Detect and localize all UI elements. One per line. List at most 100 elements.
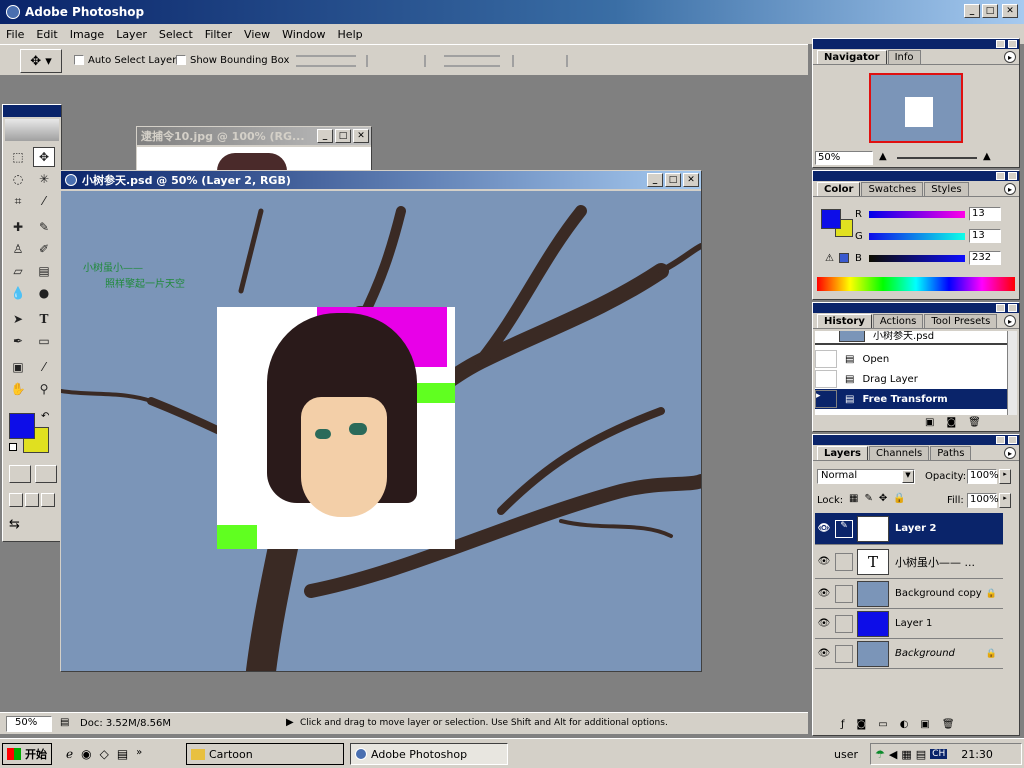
display-icon[interactable]: ▤ <box>916 748 926 761</box>
history-brush-icon[interactable]: ✐ <box>33 239 55 259</box>
menu-edit[interactable]: Edit <box>36 28 57 41</box>
history-snapshot-row[interactable]: 小树参天.psd <box>815 331 1007 345</box>
zoom-out-icon[interactable]: ▲ <box>879 151 887 162</box>
status-arrow-icon[interactable]: ▶ <box>286 717 294 728</box>
pen-tool-icon[interactable]: ✒ <box>7 331 29 351</box>
layer-mask-icon[interactable]: ◙ <box>857 719 867 730</box>
adjustment-layer-icon[interactable]: ◐ <box>900 719 909 730</box>
fill-field[interactable]: 100% <box>967 493 999 508</box>
layer-2-artwork[interactable] <box>217 307 455 549</box>
keyboard-icon[interactable]: ▦ <box>901 748 911 761</box>
color-spectrum-bar[interactable] <box>817 277 1015 291</box>
desktop-icon[interactable]: ◇ <box>100 747 109 761</box>
media-icon[interactable]: ▤ <box>117 747 128 761</box>
auto-select-checkbox[interactable] <box>74 55 84 65</box>
minimize-button[interactable]: _ <box>964 4 980 18</box>
jump-to-imageready-icon[interactable]: ⇆ <box>9 517 20 532</box>
new-document-icon[interactable]: ▣ <box>925 417 934 428</box>
ie-icon[interactable]: ℯ <box>66 747 73 761</box>
zoom-tool-icon[interactable]: ⚲ <box>33 379 55 399</box>
eraser-tool-icon[interactable]: ▱ <box>7 261 29 281</box>
dodge-tool-icon[interactable]: ● <box>33 283 55 303</box>
link-slot[interactable] <box>835 644 853 663</box>
magic-wand-icon[interactable]: ✳ <box>33 169 55 189</box>
taskbar-user[interactable]: user <box>834 748 858 761</box>
tab-paths[interactable]: Paths <box>930 446 972 460</box>
menu-file[interactable]: File <box>6 28 24 41</box>
opacity-field[interactable]: 100% <box>967 469 999 484</box>
tab-color[interactable]: Color <box>817 182 861 196</box>
notes-tool-icon[interactable]: ▣ <box>7 357 29 377</box>
path-selection-icon[interactable]: ➤ <box>7 309 29 329</box>
visibility-eye-icon[interactable]: 👁 <box>815 585 833 603</box>
doc-main-close[interactable]: ✕ <box>683 173 699 187</box>
hand-tool-icon[interactable]: ✋ <box>7 379 29 399</box>
lock-transparency-icon[interactable]: ▦ <box>849 493 858 504</box>
menu-image[interactable]: Image <box>70 28 104 41</box>
swap-colors-icon[interactable]: ↶ <box>41 411 49 422</box>
color-panel-minimize[interactable] <box>996 172 1005 180</box>
standard-mode-button[interactable] <box>9 465 31 483</box>
quick-launch-more-icon[interactable]: » <box>136 747 142 761</box>
panel-close-button[interactable] <box>1008 40 1017 48</box>
chevron-down-icon[interactable]: ▼ <box>902 470 914 483</box>
ime-indicator[interactable]: CH <box>930 749 948 759</box>
align-buttons[interactable] <box>296 55 356 67</box>
camera-snapshot-icon[interactable]: ◙ <box>946 417 956 428</box>
move-tool-preset-button[interactable]: ✥ ▾ <box>20 49 62 73</box>
doc-main-maximize[interactable]: □ <box>665 173 681 187</box>
visibility-eye-icon[interactable]: 👁 <box>815 645 833 663</box>
layer-row-background-copy[interactable]: 👁 Background copy 🔒 <box>815 579 1003 609</box>
task-photoshop[interactable]: Adobe Photoshop <box>350 743 508 765</box>
doc-window-back[interactable]: 逮捕令10.jpg @ 100% (RG... _ □ ✕ <box>136 126 372 172</box>
history-panel-minimize[interactable] <box>996 304 1005 312</box>
history-item-drag-layer[interactable]: ▤ Drag Layer <box>815 369 1007 389</box>
tab-channels[interactable]: Channels <box>869 446 930 460</box>
zoom-in-icon[interactable]: ▲ <box>983 151 991 162</box>
history-item-free-transform[interactable]: ▸ ▤ Free Transform <box>815 389 1007 409</box>
distribute-buttons-2[interactable] <box>512 55 568 67</box>
opacity-arrow-icon[interactable]: ▸ <box>999 469 1011 484</box>
gradient-tool-icon[interactable]: ▤ <box>33 261 55 281</box>
delete-layer-icon[interactable]: 🗑 <box>942 719 955 730</box>
menu-layer[interactable]: Layer <box>116 28 147 41</box>
status-doc-size[interactable]: Doc: 3.52M/8.56M <box>80 718 171 729</box>
brush-link-icon[interactable]: ✎ <box>835 519 853 538</box>
color-menu-icon[interactable]: ▸ <box>1004 183 1016 195</box>
color-r-field[interactable]: 13 <box>969 207 1001 221</box>
new-layer-icon[interactable]: ▣ <box>920 719 929 730</box>
layer-row-layer-1[interactable]: 👁 Layer 1 <box>815 609 1003 639</box>
color-g-slider[interactable] <box>869 233 965 240</box>
color-b-field[interactable]: 232 <box>969 251 1001 265</box>
new-set-icon[interactable]: ▭ <box>878 719 887 730</box>
lock-all-icon[interactable]: 🔒 <box>893 493 905 504</box>
tab-navigator[interactable]: Navigator <box>817 50 887 64</box>
doc-back-close[interactable]: ✕ <box>353 129 369 143</box>
layers-panel-minimize[interactable] <box>996 436 1005 444</box>
lock-paint-icon[interactable]: ✎ <box>864 493 872 504</box>
history-menu-icon[interactable]: ▸ <box>1004 315 1016 327</box>
marquee-tool-icon[interactable]: ⬚ <box>7 147 29 167</box>
clock[interactable]: 21:30 <box>961 748 993 761</box>
lock-move-icon[interactable]: ✥ <box>879 493 887 504</box>
history-scrollbar[interactable] <box>1007 331 1017 415</box>
canvas[interactable]: 小树虽小—— 照样擎起一片天空 <box>61 191 701 671</box>
layer-style-icon[interactable]: ƒ <box>841 719 845 730</box>
shape-tool-icon[interactable]: ▭ <box>33 331 55 351</box>
fill-arrow-icon[interactable]: ▸ <box>999 493 1011 508</box>
color-fg-swatch[interactable] <box>821 209 841 229</box>
status-zoom-field[interactable]: 50% <box>6 716 52 732</box>
menu-help[interactable]: Help <box>338 28 363 41</box>
close-button[interactable]: ✕ <box>1002 4 1018 18</box>
blur-tool-icon[interactable]: 💧 <box>7 283 29 303</box>
history-panel-close[interactable] <box>1008 304 1017 312</box>
distribute-buttons[interactable] <box>444 55 500 67</box>
layers-panel-close[interactable] <box>1008 436 1017 444</box>
trash-icon[interactable]: 🗑 <box>968 417 981 428</box>
clone-stamp-icon[interactable]: ♙ <box>7 239 29 259</box>
visibility-eye-icon[interactable]: 👁 <box>815 520 833 538</box>
layer-row-background[interactable]: 👁 Background 🔒 <box>815 639 1003 669</box>
tab-info[interactable]: Info <box>887 50 921 64</box>
quickmask-mode-button[interactable] <box>35 465 57 483</box>
start-button[interactable]: 开始 <box>2 743 52 765</box>
